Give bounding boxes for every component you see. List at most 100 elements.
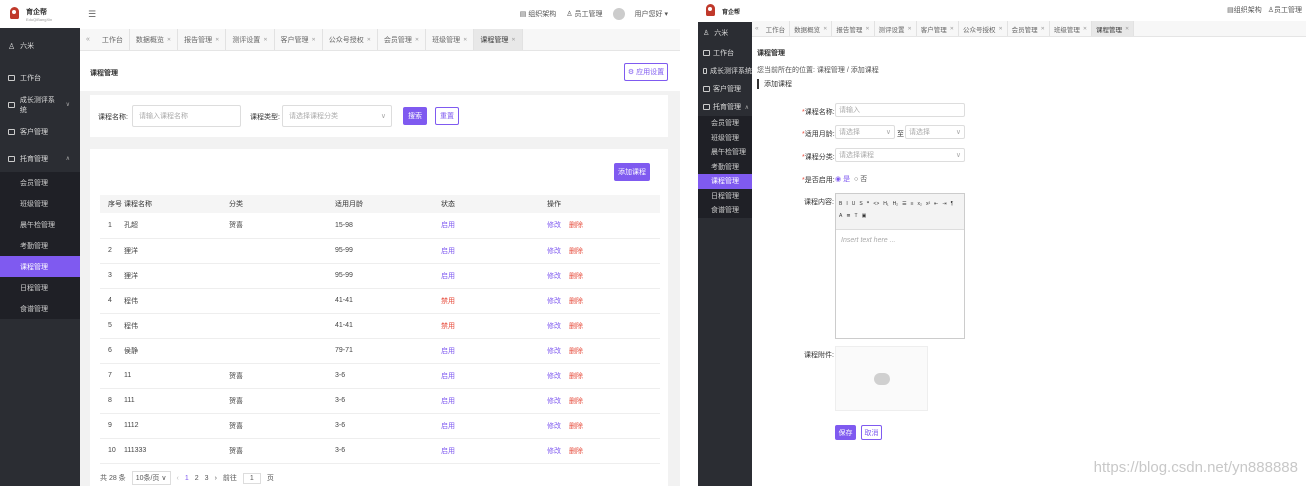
delete-link[interactable]: 删除: [569, 323, 583, 330]
age-end-select[interactable]: 请选择 ∨: [905, 125, 965, 139]
course-name-input[interactable]: 请输入: [835, 103, 965, 117]
bold-icon[interactable]: B: [839, 198, 842, 210]
tab-class[interactable]: 班级管理 ✕: [426, 29, 475, 50]
tab-class[interactable]: 班级管理 ✕: [1050, 21, 1093, 36]
cancel-button[interactable]: 取消: [861, 425, 882, 440]
tab-report[interactable]: 报告管理 ✕: [832, 21, 875, 36]
sidebar-sub-schedule[interactable]: 日程管理: [0, 277, 80, 298]
tab-report[interactable]: 报告管理 ✕: [178, 29, 227, 50]
save-button[interactable]: 保存: [835, 425, 856, 440]
sidebar-sub-attendance[interactable]: 考勤管理: [0, 235, 80, 256]
tab-wechat-auth[interactable]: 公众号授权 ✕: [959, 21, 1008, 36]
page-2[interactable]: 2: [195, 475, 199, 482]
close-icon[interactable]: ✕: [1125, 26, 1129, 32]
text-direction-icon[interactable]: ¶: [951, 198, 954, 210]
indent-icon[interactable]: ⇤: [934, 198, 938, 210]
align-icon[interactable]: ≣: [846, 210, 850, 222]
heading-icon[interactable]: H₁: [883, 198, 888, 210]
close-icon[interactable]: ✕: [463, 37, 467, 43]
delete-link[interactable]: 删除: [569, 348, 583, 355]
tab-wechat-auth[interactable]: 公众号授权 ✕: [323, 29, 378, 50]
tab-member[interactable]: 会员管理 ✕: [378, 29, 427, 50]
category-select[interactable]: 请选择课程 ∨: [835, 148, 965, 162]
tab-workbench[interactable]: 工作台: [762, 21, 791, 36]
avatar[interactable]: [612, 8, 625, 20]
edit-link[interactable]: 修改: [547, 248, 561, 255]
sidebar-sub-member[interactable]: 会员管理: [0, 172, 80, 193]
close-icon[interactable]: ✕: [312, 37, 316, 43]
clean-icon[interactable]: T: [855, 210, 858, 222]
edit-link[interactable]: 修改: [547, 448, 561, 455]
sidebar-item-childcare[interactable]: 托育管理 ∧: [0, 145, 80, 172]
edit-link[interactable]: 修改: [547, 323, 561, 330]
org-structure-link[interactable]: ▤ 组织架构: [520, 9, 557, 19]
tab-customer[interactable]: 客户管理 ✕: [917, 21, 959, 36]
subscript-icon[interactable]: x₂: [918, 198, 922, 210]
italic-icon[interactable]: I: [846, 198, 847, 210]
tab-data-overview[interactable]: 数据概览 ✕: [130, 29, 179, 50]
close-icon[interactable]: ✕: [998, 26, 1002, 32]
tab-course[interactable]: 课程管理 ✕: [1092, 21, 1135, 36]
enable-yes-radio[interactable]: ◉ 是: [835, 174, 850, 184]
sidebar-sub-schedule[interactable]: 日程管理: [698, 188, 752, 203]
tab-customer[interactable]: 客户管理 ✕: [275, 29, 323, 50]
page-1[interactable]: 1: [185, 475, 189, 482]
tab-scroll-left-icon[interactable]: «: [80, 36, 96, 43]
tab-course[interactable]: 课程管理 ✕: [474, 29, 523, 50]
close-icon[interactable]: ✕: [1083, 26, 1087, 32]
page-3[interactable]: 3: [205, 475, 209, 482]
next-page-icon[interactable]: ›: [215, 475, 217, 482]
breadcrumb-path[interactable]: 课程管理 / 添加课程: [817, 67, 879, 74]
tab-eval-settings[interactable]: 测评设置 ✕: [875, 21, 917, 36]
page-size-select[interactable]: 10条/页 ∨: [131, 471, 171, 485]
sidebar-sub-course[interactable]: 课程管理: [698, 174, 752, 189]
code-icon[interactable]: <>: [873, 198, 879, 210]
age-start-select[interactable]: 请选择 ∨: [835, 125, 895, 139]
edit-link[interactable]: 修改: [547, 222, 561, 229]
sidebar-sub-class[interactable]: 班级管理: [0, 193, 80, 214]
quote-icon[interactable]: ❞: [867, 198, 870, 210]
delete-link[interactable]: 删除: [569, 398, 583, 405]
sidebar-item-workbench[interactable]: 工作台: [0, 64, 80, 91]
list-bullet-icon[interactable]: ≡: [911, 198, 914, 210]
sidebar-sub-checkup[interactable]: 晨午检管理: [698, 145, 752, 160]
delete-link[interactable]: 删除: [569, 298, 583, 305]
sidebar-user[interactable]: ♙ 六米: [698, 22, 752, 44]
delete-link[interactable]: 删除: [569, 373, 583, 380]
editor-body[interactable]: Insert text here ...: [841, 237, 895, 244]
heading2-icon[interactable]: H₂: [893, 198, 899, 210]
sidebar-sub-class[interactable]: 班级管理: [698, 130, 752, 145]
tab-workbench[interactable]: 工作台: [96, 29, 130, 50]
delete-link[interactable]: 删除: [569, 248, 583, 255]
sidebar-sub-checkup[interactable]: 晨午检管理: [0, 214, 80, 235]
org-structure-link[interactable]: ▤组织架构: [1227, 5, 1262, 15]
list-ordered-icon[interactable]: ☰: [902, 198, 906, 210]
close-icon[interactable]: ✕: [415, 37, 419, 43]
sidebar-sub-recipe[interactable]: 食谱管理: [0, 298, 80, 319]
tab-member[interactable]: 会员管理 ✕: [1008, 21, 1050, 36]
course-type-select[interactable]: 请选择课程分类 ∨: [282, 105, 392, 127]
reset-button[interactable]: 重置: [435, 107, 459, 125]
menu-fold-icon[interactable]: ☰: [88, 9, 96, 20]
tab-eval-settings[interactable]: 测评设置 ✕: [226, 29, 275, 50]
tab-scroll-left-icon[interactable]: «: [752, 25, 762, 32]
close-icon[interactable]: ✕: [823, 26, 827, 32]
image-icon[interactable]: ▣: [862, 210, 867, 222]
sidebar-item-customer[interactable]: 客户管理: [698, 80, 752, 98]
delete-link[interactable]: 删除: [569, 222, 583, 229]
add-course-button[interactable]: 添加课程: [614, 163, 650, 181]
close-icon[interactable]: ✕: [263, 37, 267, 43]
close-icon[interactable]: ✕: [950, 26, 954, 32]
close-icon[interactable]: ✕: [908, 26, 912, 32]
font-size-icon[interactable]: A: [839, 210, 842, 222]
close-icon[interactable]: ✕: [367, 37, 371, 43]
close-icon[interactable]: ✕: [865, 26, 869, 32]
delete-link[interactable]: 删除: [569, 448, 583, 455]
edit-link[interactable]: 修改: [547, 298, 561, 305]
sidebar-sub-course[interactable]: 课程管理: [0, 256, 80, 277]
sidebar-item-customer[interactable]: 客户管理: [0, 118, 80, 145]
edit-link[interactable]: 修改: [547, 273, 561, 280]
underline-icon[interactable]: U: [852, 198, 856, 210]
sidebar-sub-member[interactable]: 会员管理: [698, 116, 752, 131]
edit-link[interactable]: 修改: [547, 398, 561, 405]
